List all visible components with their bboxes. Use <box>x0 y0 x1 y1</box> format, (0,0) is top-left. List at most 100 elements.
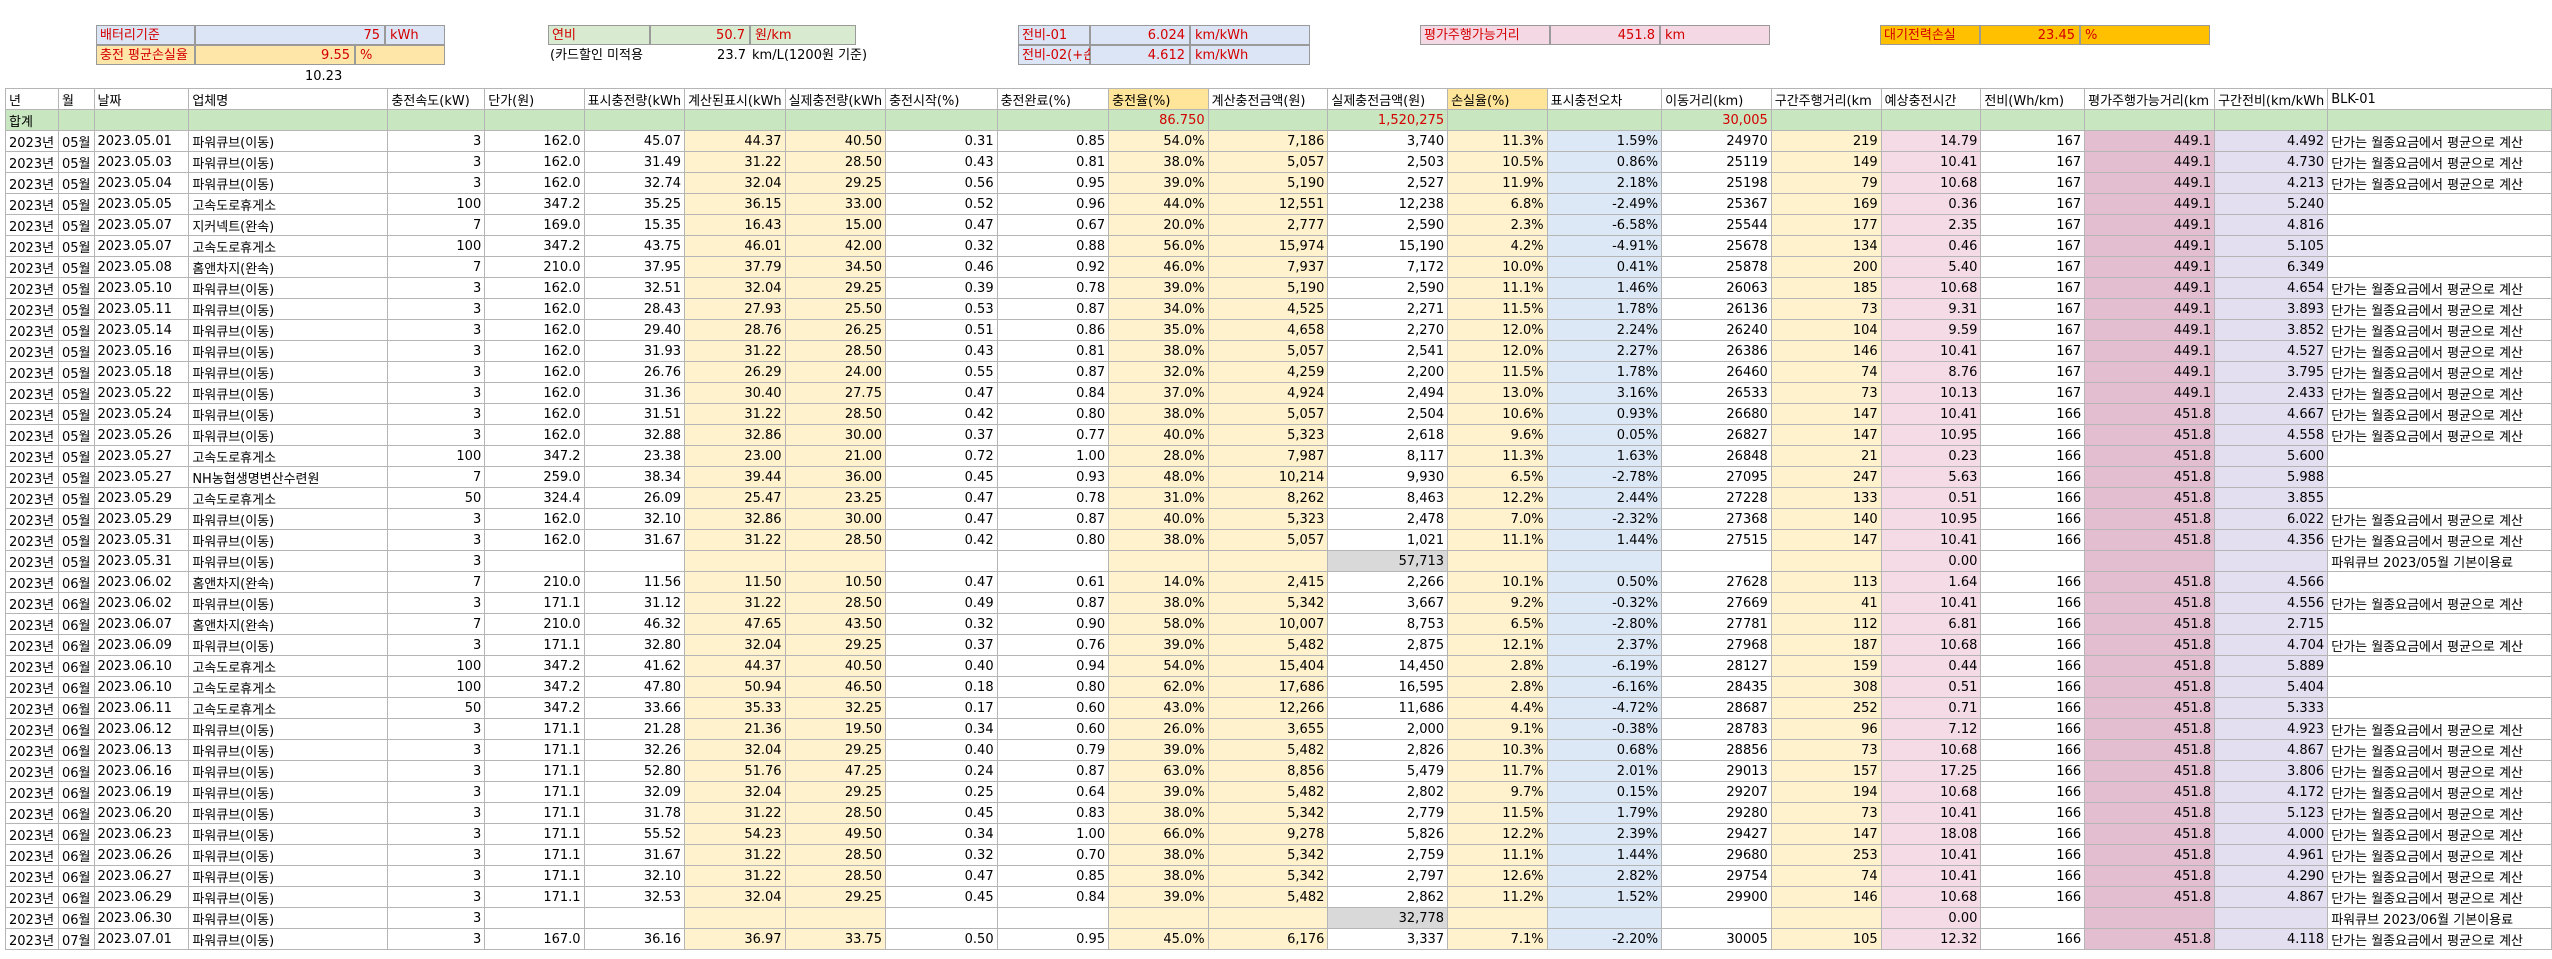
table-cell[interactable]: 11.7% <box>1447 760 1548 782</box>
table-cell[interactable]: 05월 <box>57 550 95 572</box>
table-cell[interactable]: 11.3% <box>1447 445 1548 467</box>
table-cell[interactable]: 47.65 <box>684 613 786 635</box>
table-cell[interactable]: 0.42 <box>885 403 998 425</box>
table-cell[interactable]: 29280 <box>1661 802 1772 824</box>
table-cell[interactable]: 2023년 <box>5 214 59 236</box>
table-cell[interactable]: 166 <box>1980 508 2086 530</box>
table-cell[interactable]: 451.8 <box>2084 844 2216 866</box>
table-cell[interactable]: 단가는 월종요금에서 평균으로 계산 <box>2327 340 2552 362</box>
table-cell[interactable] <box>2327 466 2552 488</box>
table-cell[interactable]: 0.45 <box>885 886 998 908</box>
table-cell[interactable]: 166 <box>1980 676 2086 698</box>
table-cell[interactable]: 28783 <box>1661 718 1772 740</box>
table-cell[interactable]: 27968 <box>1661 634 1772 656</box>
table-cell[interactable]: 4.923 <box>2214 718 2329 740</box>
table-cell[interactable]: 2023년 <box>5 907 59 929</box>
table-cell[interactable]: 194 <box>1770 781 1882 803</box>
table-cell[interactable]: 54.0% <box>1108 655 1209 677</box>
table-cell[interactable]: 4.172 <box>2214 781 2329 803</box>
table-cell[interactable]: 449.1 <box>2084 256 2216 278</box>
table-cell[interactable]: 3,740 <box>1327 130 1449 152</box>
table-cell[interactable]: 3,667 <box>1327 592 1449 614</box>
table-cell[interactable]: 5,190 <box>1207 277 1329 299</box>
table-cell[interactable]: 1.78% <box>1546 298 1663 320</box>
table-cell[interactable]: 449.1 <box>2084 277 2216 299</box>
table-cell[interactable]: 35.0% <box>1108 319 1209 341</box>
table-cell[interactable]: 0.79 <box>996 739 1110 761</box>
table-cell[interactable]: 3 <box>387 361 486 383</box>
table-cell[interactable]: 0.84 <box>996 886 1110 908</box>
table-cell[interactable]: 2023년 <box>5 508 59 530</box>
table-cell[interactable]: 4.213 <box>2214 172 2329 194</box>
table-cell[interactable]: 3 <box>387 130 486 152</box>
table-cell[interactable]: 파워큐브(이동) <box>188 760 389 782</box>
table-cell[interactable]: 166 <box>1980 403 2086 425</box>
column-header[interactable]: 계산된표시(kWh <box>684 88 786 110</box>
table-cell[interactable]: 3 <box>387 823 486 845</box>
table-cell[interactable]: 3 <box>387 340 486 362</box>
table-cell[interactable]: 28.50 <box>784 529 887 551</box>
table-cell[interactable]: 167 <box>1980 193 2086 215</box>
table-cell[interactable]: 159 <box>1770 655 1882 677</box>
table-cell[interactable]: 05월 <box>57 235 95 257</box>
table-cell[interactable]: 166 <box>1980 844 2086 866</box>
table-cell[interactable]: 2023년 <box>5 634 59 656</box>
standby-value[interactable]: 23.45 <box>1980 25 2080 45</box>
table-cell[interactable]: 3.806 <box>2214 760 2329 782</box>
table-cell[interactable]: 단가는 월종요금에서 평균으로 계산 <box>2327 928 2552 950</box>
table-cell[interactable]: 2,779 <box>1327 802 1449 824</box>
table-cell[interactable]: 05월 <box>57 529 95 551</box>
table-cell[interactable]: 451.8 <box>2084 571 2216 593</box>
table-cell[interactable]: 0.24 <box>885 760 998 782</box>
table-cell[interactable]: -2.32% <box>1546 508 1663 530</box>
table-cell[interactable]: 157 <box>1770 760 1882 782</box>
summary-label[interactable]: 합계 <box>5 109 59 131</box>
table-cell[interactable]: 40.0% <box>1108 424 1209 446</box>
column-header[interactable]: 이동거리(km) <box>1661 88 1772 110</box>
table-cell[interactable]: 05월 <box>57 466 95 488</box>
table-cell[interactable] <box>784 550 887 572</box>
table-cell[interactable]: 12,238 <box>1327 193 1449 215</box>
table-cell[interactable]: 451.8 <box>2084 718 2216 740</box>
column-header[interactable]: 충전율(%) <box>1108 88 1209 110</box>
table-cell[interactable]: 2.8% <box>1447 676 1548 698</box>
table-cell[interactable]: 451.8 <box>2084 781 2216 803</box>
table-cell[interactable]: 28.50 <box>784 865 887 887</box>
table-cell[interactable]: 10,007 <box>1207 613 1329 635</box>
table-cell[interactable]: 31.78 <box>583 802 686 824</box>
table-cell[interactable]: 27.93 <box>684 298 786 320</box>
table-cell[interactable]: 1,021 <box>1327 529 1449 551</box>
table-cell[interactable]: 0.43 <box>885 151 998 173</box>
table-cell[interactable]: 7 <box>387 256 486 278</box>
table-cell[interactable]: 14,450 <box>1327 655 1449 677</box>
table-cell[interactable]: 162.0 <box>484 403 585 425</box>
table-cell[interactable]: 2023년 <box>5 529 59 551</box>
table-cell[interactable] <box>2327 193 2552 215</box>
table-cell[interactable]: 167 <box>1980 319 2086 341</box>
table-cell[interactable]: 162.0 <box>484 277 585 299</box>
table-cell[interactable]: 3 <box>387 739 486 761</box>
table-cell[interactable]: 74 <box>1770 865 1882 887</box>
summary-charge-rate[interactable]: 86.750 <box>1108 109 1209 131</box>
table-cell[interactable]: 2023.05.16 <box>93 340 190 362</box>
table-cell[interactable]: 32.04 <box>684 739 786 761</box>
table-cell[interactable]: 2023.05.22 <box>93 382 190 404</box>
table-cell[interactable]: 0.32 <box>885 844 998 866</box>
table-cell[interactable]: 2,541 <box>1327 340 1449 362</box>
table-cell[interactable]: 0.60 <box>996 718 1110 740</box>
table-cell[interactable]: 210.0 <box>484 613 585 635</box>
table-cell[interactable]: 169.0 <box>484 214 585 236</box>
table-cell[interactable]: 147 <box>1770 403 1882 425</box>
table-cell[interactable]: 56.0% <box>1108 235 1209 257</box>
table-cell[interactable]: 06월 <box>57 739 95 761</box>
table-cell[interactable]: 파워큐브(이동) <box>188 298 389 320</box>
table-cell[interactable]: 2,759 <box>1327 844 1449 866</box>
table-cell[interactable]: 58.0% <box>1108 613 1209 635</box>
table-cell[interactable]: 2023년 <box>5 592 59 614</box>
table-cell[interactable]: 10.41 <box>1880 340 1982 362</box>
table-cell[interactable]: 2023.05.27 <box>93 445 190 467</box>
table-cell[interactable]: 단가는 월종요금에서 평균으로 계산 <box>2327 508 2552 530</box>
table-cell[interactable]: 5,323 <box>1207 508 1329 530</box>
table-cell[interactable]: 0.77 <box>996 424 1110 446</box>
table-cell[interactable]: 고속도로휴게소 <box>188 193 389 215</box>
